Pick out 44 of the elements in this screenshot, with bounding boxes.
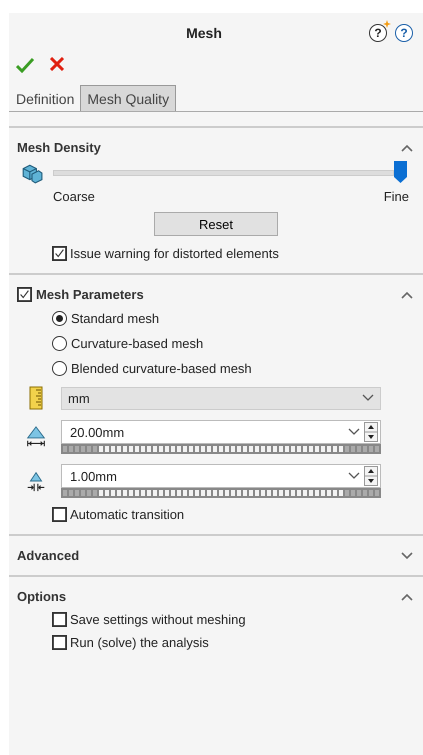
slider-max-label: Fine [384,189,409,204]
dropdown-caret-icon[interactable] [348,472,360,480]
panel-title: Mesh [185,25,223,41]
radio-label: Blended curvature-based mesh [71,361,252,376]
radio-label: Curvature-based mesh [71,336,204,351]
radio-button[interactable] [52,361,67,376]
expand-chevron-icon[interactable] [401,552,413,560]
checkbox-label: Issue warning for distorted elements [70,246,279,261]
checkbox[interactable] [52,246,67,261]
checkbox-label: Save settings without meshing [70,612,246,627]
cancel-icon[interactable] [50,57,64,71]
section-title: Options [17,589,66,604]
section-title: Mesh Parameters [36,287,144,302]
slider-min-label: Coarse [53,189,95,204]
checkbox[interactable] [52,635,67,650]
collapse-chevron-icon[interactable] [401,592,413,600]
reset-button[interactable]: Reset [154,212,278,236]
spin-buttons-icon[interactable] [364,466,378,486]
checkbox[interactable] [52,507,67,522]
collapse-chevron-icon[interactable] [401,144,413,152]
dropdown-caret-icon [362,394,374,402]
ok-check-icon[interactable] [16,57,34,73]
radio-button[interactable] [52,311,67,326]
thumbwheel[interactable] [61,488,381,498]
radio-label: Standard mesh [71,311,160,326]
radio-button[interactable] [52,336,67,351]
tolerance-icon [25,469,47,493]
help-icon[interactable]: ? [395,24,413,42]
global-size-icon [25,425,47,449]
section-title: Advanced [17,548,80,563]
checkbox[interactable] [52,612,67,627]
size-field[interactable]: 20.00mm [61,420,381,444]
unit-dropdown[interactable]: mm [61,386,381,410]
checkbox[interactable] [17,287,32,302]
spin-buttons-icon[interactable] [364,422,378,442]
dropdown-caret-icon[interactable] [348,428,360,436]
size-field[interactable]: 1.00mm [61,464,381,488]
tab[interactable]: Mesh Quality [80,85,176,111]
thumbwheel[interactable] [61,444,381,454]
slider-thumb[interactable] [394,161,407,183]
checkbox-label: Automatic transition [70,507,184,522]
collapse-chevron-icon[interactable] [401,290,413,298]
section-title: Mesh Density [17,140,101,155]
checkbox-label: Run (solve) the analysis [70,635,209,650]
